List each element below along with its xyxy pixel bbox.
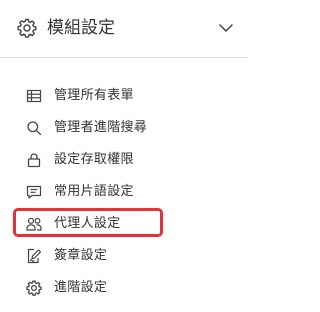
menu-item-label: 簽章設定 — [54, 248, 108, 263]
module-settings-panel: 模組設定 管理所有表單 管理者進階搜尋 設定存取權限 常用片語設定 代理人設定 … — [0, 0, 248, 312]
menu-item-access-permissions[interactable]: 設定存取權限 — [0, 144, 248, 176]
message-icon — [26, 184, 42, 200]
menu-item-signature-settings[interactable]: 簽章設定 — [0, 240, 248, 272]
menu-item-label: 設定存取權限 — [54, 152, 134, 167]
menu-item-advanced-settings[interactable]: 進階設定 — [0, 272, 248, 304]
search-icon — [26, 120, 42, 136]
module-settings-menu: 管理所有表單 管理者進階搜尋 設定存取權限 常用片語設定 代理人設定 簽章設定 … — [0, 80, 248, 304]
signature-icon — [26, 248, 42, 264]
module-settings-header[interactable]: 模組設定 — [0, 0, 248, 58]
menu-item-label: 管理所有表單 — [54, 88, 134, 103]
menu-item-label: 管理者進階搜尋 — [54, 120, 148, 135]
lock-icon — [26, 152, 42, 168]
gear-icon — [17, 18, 37, 38]
menu-item-manage-all-forms[interactable]: 管理所有表單 — [0, 80, 248, 112]
menu-item-proxy-settings[interactable]: 代理人設定 — [0, 208, 248, 240]
menu-item-label: 進階設定 — [54, 280, 108, 295]
module-settings-title: 模組設定 — [47, 18, 115, 38]
menu-item-common-phrases[interactable]: 常用片語設定 — [0, 176, 248, 208]
table-icon — [26, 88, 42, 104]
chevron-down-icon[interactable] — [219, 23, 233, 33]
users-icon — [26, 216, 42, 232]
gear-icon — [26, 280, 42, 296]
menu-item-label: 常用片語設定 — [54, 184, 134, 199]
menu-item-label: 代理人設定 — [54, 216, 121, 231]
menu-item-admin-advanced-search[interactable]: 管理者進階搜尋 — [0, 112, 248, 144]
